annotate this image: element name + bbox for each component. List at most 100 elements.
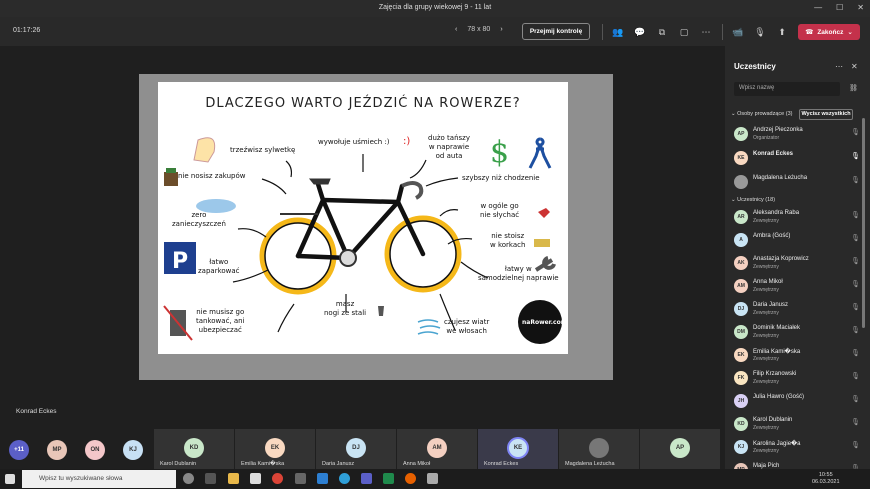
participant-row[interactable]: JH Julia Hawro (Gość) 🎙	[734, 391, 864, 415]
chevron-down-icon: ⌄	[847, 29, 853, 36]
file-explorer-icon[interactable]	[228, 473, 239, 484]
camera-icon[interactable]: 📹	[732, 26, 744, 38]
video-tile[interactable]: AP	[640, 429, 720, 469]
presenters-section-header[interactable]: ⌄ Osoby prowadzące (3)	[731, 111, 792, 117]
attendees-section-header[interactable]: ⌄ Uczestnicy (18)	[731, 197, 775, 203]
mic-off-icon: 🎙	[851, 373, 860, 380]
participant-row[interactable]: FK Filip Krzanowski Zewnętrzny 🎙	[734, 368, 864, 392]
taskbar-search-input[interactable]: Wpisz tu wyszukiwane słowa	[22, 470, 176, 488]
taskbar-clock[interactable]: 10:55 06.03.2021	[812, 472, 840, 486]
dollar-icon: $	[490, 135, 509, 170]
breakout-rooms-icon[interactable]: ⧉	[656, 26, 668, 38]
video-tile[interactable]: DJ Daria Janusz	[316, 429, 396, 469]
label-shopping: nie nosisz zakupów	[178, 172, 246, 180]
take-control-button[interactable]: Przejmij kontrolę	[522, 23, 590, 40]
window-title: Zajęcia dla grupy wiekowej 9 - 11 lat	[378, 4, 492, 11]
participant-row[interactable]: Magdalena Leżucha 🎙	[734, 172, 864, 196]
avatar[interactable]: MP	[47, 440, 67, 460]
app-icon[interactable]	[250, 473, 261, 484]
more-options-icon[interactable]: ⋯	[835, 62, 843, 71]
chrome-icon[interactable]	[272, 473, 283, 484]
maximize-icon[interactable]: ☐	[836, 3, 843, 12]
scrollbar[interactable]	[862, 118, 865, 328]
participant-name: Julia Hawro (Gość)	[753, 394, 805, 400]
people-icon[interactable]: 👥	[612, 26, 624, 38]
apps-icon[interactable]: ▢	[678, 26, 690, 38]
share-link-icon[interactable]: ⛓	[849, 84, 858, 92]
vscode-icon[interactable]	[317, 473, 328, 484]
more-options-icon[interactable]: ⋯	[700, 26, 712, 38]
participant-role: Zewnętrzny	[753, 310, 779, 316]
mic-off-icon: 🎙	[851, 350, 860, 357]
participant-row[interactable]: A Ambra (Gość) 🎙	[734, 230, 864, 254]
end-call-button[interactable]: ☎ Zakończ ⌄	[798, 24, 860, 40]
mic-icon: 🎙	[851, 153, 860, 160]
shared-screen-frame[interactable]: DLACZEGO WARTO JEŹDZIĆ NA ROWERZE?:) $ …	[139, 74, 613, 380]
car-icon	[534, 239, 550, 247]
chat-icon[interactable]: 💬	[634, 26, 646, 38]
participant-row[interactable]: AP Andrzej Pieczonka Organizator 🎙	[734, 124, 864, 148]
app-icon[interactable]	[427, 473, 438, 484]
avatar[interactable]: KJ	[123, 440, 143, 460]
teams-icon[interactable]	[361, 473, 372, 484]
video-tile[interactable]: EK Emilia Kami�ska	[235, 429, 315, 469]
close-icon[interactable]: ✕	[851, 62, 858, 71]
clock-date: 06.03.2021	[812, 479, 840, 485]
mic-off-icon: 🎙	[851, 235, 860, 242]
participant-row[interactable]: AR Aleksandra Raba Zewnętrzny 🎙	[734, 207, 864, 231]
mic-off-icon: 🎙	[851, 258, 860, 265]
wind-icon	[417, 319, 441, 335]
excel-icon[interactable]	[383, 473, 394, 484]
windows-start-icon[interactable]	[5, 474, 15, 484]
participant-name: Karolina Jagie�a	[753, 441, 801, 447]
participant-row[interactable]: EK Emilia Kami�ska Zewnętrzny 🎙	[734, 345, 864, 369]
share-screen-icon[interactable]: ⬆	[776, 26, 788, 38]
taskview-icon[interactable]	[205, 473, 216, 484]
participant-search-input[interactable]: Wpisz nazwę	[734, 82, 840, 96]
mic-off-icon[interactable]: 🎙	[754, 26, 766, 38]
firefox-icon[interactable]	[405, 473, 416, 484]
participant-role: Zewnętrzny	[753, 264, 779, 270]
mic-off-icon: 🎙	[851, 442, 860, 449]
avatar[interactable]: ON	[85, 440, 105, 460]
app-icon[interactable]	[295, 473, 306, 484]
video-tile[interactable]: Magdalena Leżucha	[559, 429, 639, 469]
title-bar: Zajęcia dla grupy wiekowej 9 - 11 lat — …	[0, 0, 870, 17]
label-easy-repair: łatwy w samodzielnej naprawie	[478, 265, 559, 282]
participant-name: Karol Dublanin	[753, 417, 793, 423]
video-tile-active-speaker[interactable]: KE Konrad Eckes	[478, 429, 558, 469]
fuel-pump-icon	[163, 305, 193, 341]
avatar-photo	[734, 175, 748, 189]
video-tile[interactable]: AM Anna Mikoł	[397, 429, 477, 469]
close-icon[interactable]: ✕	[857, 3, 864, 12]
task-view-icon[interactable]	[183, 473, 194, 484]
mute-all-button[interactable]: Wycisz wszystkich	[799, 109, 853, 120]
more-participants-badge[interactable]: +11	[9, 440, 29, 460]
participant-role: Organizator	[753, 135, 780, 141]
minimize-icon[interactable]: —	[814, 3, 822, 12]
participant-name: Aleksandra Raba	[753, 210, 800, 216]
chevron-right-icon[interactable]: ›	[500, 26, 502, 33]
participant-row[interactable]: DJ Daria Janusz Zewnętrzny 🎙	[734, 299, 864, 323]
clock-time: 10:55	[818, 472, 833, 478]
edge-icon[interactable]	[339, 473, 350, 484]
participant-row[interactable]: KE Konrad Eckes 🎙	[734, 148, 864, 172]
avatar: AP	[670, 438, 690, 458]
participant-row[interactable]: KJ Karolina Jagie�a Zewnętrzny 🎙	[734, 437, 864, 461]
mic-off-icon: 🎙	[851, 396, 860, 403]
participants-panel: Uczestnicy ⋯ ✕ Wpisz nazwę ⛓ ⌄ Osoby pro…	[725, 46, 870, 477]
phone-icon: ☎	[805, 29, 814, 36]
video-tile[interactable]: KD Karol Dublanin	[154, 429, 234, 469]
participant-row[interactable]: AM Anna Mikoł Zewnętrzny 🎙	[734, 276, 864, 300]
label-silhouette: trzeźwisz sylwetkę	[230, 146, 296, 154]
participant-row[interactable]: AK Anastazja Koprowicz Zewnętrzny 🎙	[734, 253, 864, 277]
avatar: DJ	[734, 302, 748, 316]
mic-off-icon: 🎙	[851, 177, 860, 184]
smile-icon: :)	[403, 136, 410, 147]
legs-icon	[378, 306, 384, 316]
avatar: FK	[734, 371, 748, 385]
participant-row[interactable]: DM Dominik Maciałek Zewnętrzny 🎙	[734, 322, 864, 346]
participant-name: Emilia Kami�ska	[753, 349, 801, 355]
participant-row[interactable]: KD Karol Dublanin Zewnętrzny 🎙	[734, 414, 864, 438]
chevron-left-icon[interactable]: ‹	[455, 26, 457, 33]
